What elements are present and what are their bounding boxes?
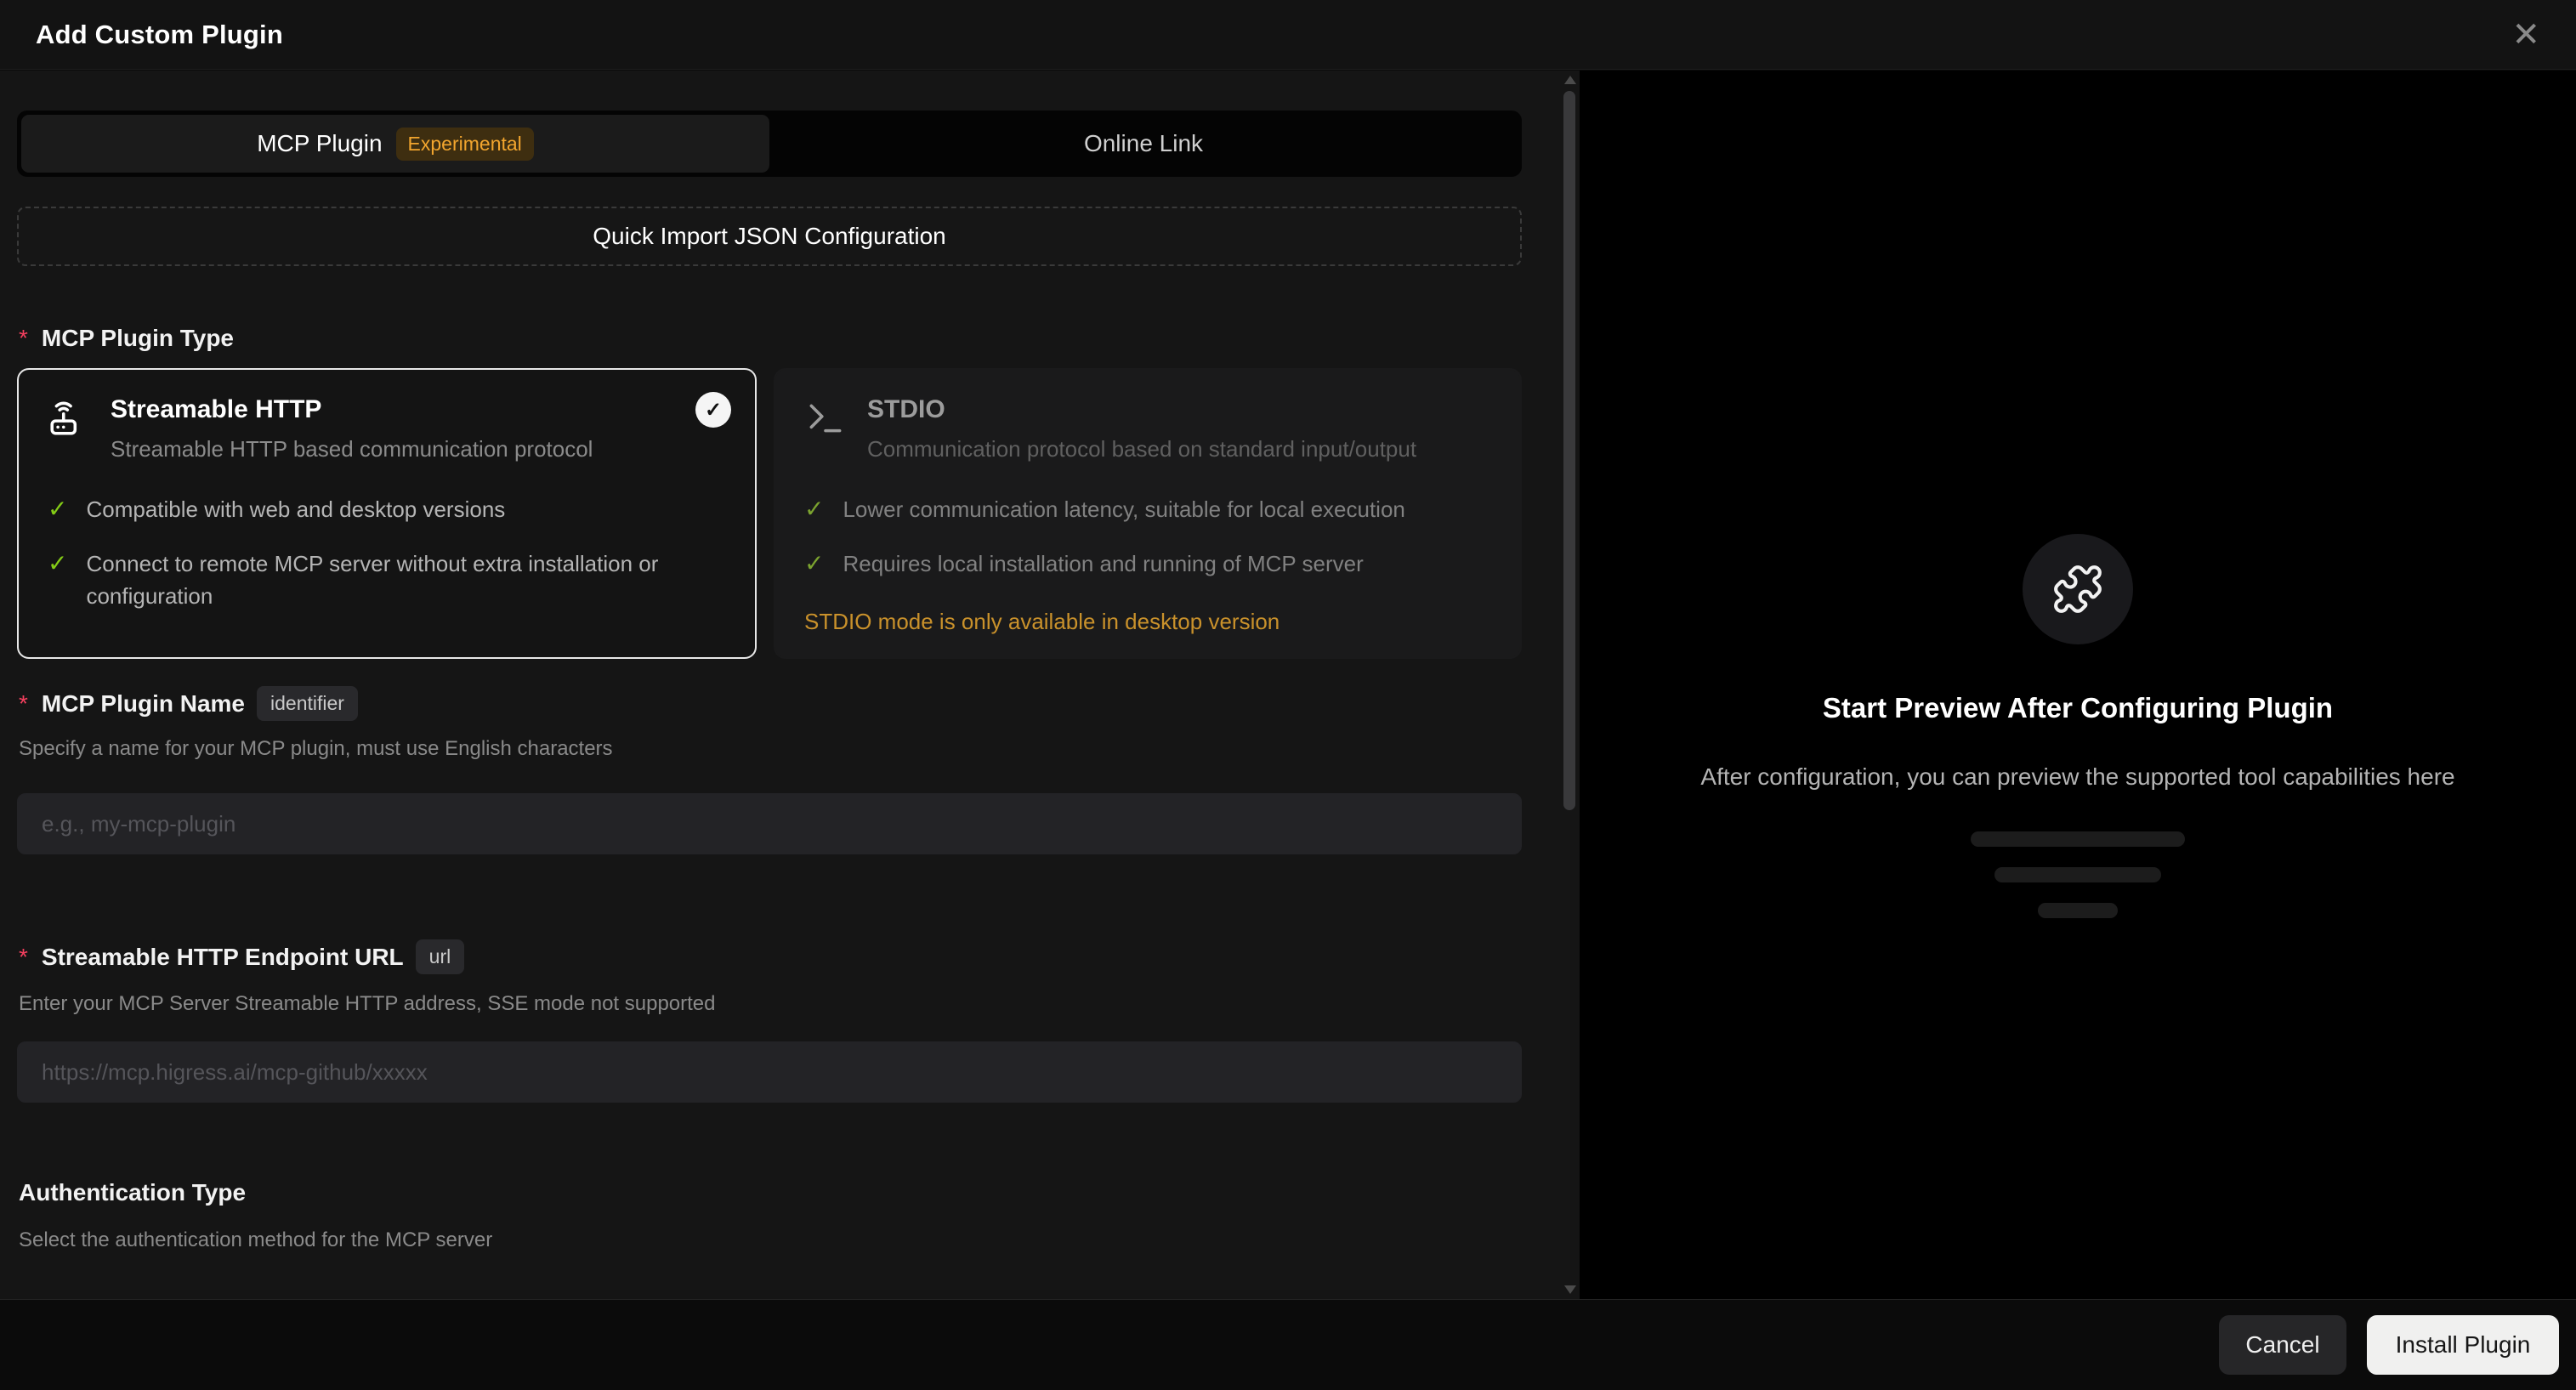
skeleton-bar: [2038, 903, 2118, 918]
plugin-type-options: Streamable HTTP Streamable HTTP based co…: [17, 368, 1522, 659]
auth-type-label: Authentication Type: [19, 1179, 247, 1206]
preview-panel: Start Preview After Configuring Plugin A…: [1580, 71, 2576, 1390]
close-icon[interactable]: ✕: [2511, 18, 2540, 52]
auth-type-help: Select the authentication method for the…: [19, 1228, 493, 1251]
experimental-badge: Experimental: [395, 127, 534, 161]
stdio-desktop-only-note: STDIO mode is only available in desktop …: [804, 609, 1280, 634]
feature-item: ✓ Lower communication latency, suitable …: [804, 493, 1491, 525]
endpoint-url-help: Enter your MCP Server Streamable HTTP ad…: [19, 992, 716, 1015]
scroll-down-arrow-icon[interactable]: [1564, 1285, 1576, 1294]
required-asterisk: *: [19, 689, 28, 717]
plugin-name-input[interactable]: [17, 793, 1522, 854]
option-streamable-http[interactable]: Streamable HTTP Streamable HTTP based co…: [17, 368, 757, 659]
required-asterisk: *: [19, 325, 28, 351]
endpoint-url-label: Streamable HTTP Endpoint URL: [41, 943, 404, 970]
install-plugin-button[interactable]: Install Plugin: [2367, 1315, 2559, 1375]
config-form-panel: MCP Plugin Experimental Online Link Quic…: [0, 71, 1580, 1299]
plugin-name-help: Specify a name for your MCP plugin, must…: [19, 737, 613, 760]
plugin-name-label-row: * MCP Plugin Name identifier: [19, 686, 358, 721]
selected-check-icon: ✓: [695, 392, 731, 428]
option-subtitle: Communication protocol based on standard…: [867, 436, 1417, 462]
dialog-header: Add Custom Plugin ✕: [0, 0, 2576, 70]
plugin-type-label-row: * MCP Plugin Type: [19, 325, 234, 352]
plugin-name-label: MCP Plugin Name: [41, 689, 245, 717]
preview-skeleton: [1971, 831, 2185, 918]
quick-import-label: Quick Import JSON Configuration: [593, 223, 946, 249]
plugin-source-tabs: MCP Plugin Experimental Online Link: [17, 111, 1522, 177]
scroll-up-arrow-icon[interactable]: [1564, 76, 1576, 84]
quick-import-button[interactable]: Quick Import JSON Configuration: [17, 207, 1522, 266]
tab-mcp-plugin[interactable]: MCP Plugin Experimental: [21, 115, 769, 173]
check-icon: ✓: [804, 496, 825, 522]
plugin-type-label: MCP Plugin Type: [41, 325, 234, 351]
tab-online-link[interactable]: Online Link: [769, 115, 1518, 173]
required-asterisk: *: [19, 943, 28, 970]
dialog-title: Add Custom Plugin: [36, 19, 283, 49]
url-badge: url: [415, 939, 465, 974]
feature-item: ✓ Requires local installation and runnin…: [804, 547, 1491, 580]
feature-item: ✓ Connect to remote MCP server without e…: [48, 547, 726, 612]
skeleton-bar: [1994, 867, 2161, 882]
puzzle-icon-circle: [2023, 534, 2133, 644]
skeleton-bar: [1971, 831, 2185, 847]
identifier-badge: identifier: [257, 686, 358, 721]
terminal-icon: [809, 404, 842, 433]
check-icon: ✓: [48, 550, 68, 576]
auth-type-label-row: Authentication Type: [19, 1179, 246, 1206]
option-title: STDIO: [867, 395, 945, 423]
scrollbar-thumb[interactable]: [1563, 91, 1575, 810]
preview-heading: Start Preview After Configuring Plugin: [1822, 692, 2334, 723]
form-scrollbar[interactable]: [1563, 71, 1576, 1299]
dialog-footer: Cancel Install Plugin: [0, 1299, 2576, 1390]
tab-mcp-plugin-label: MCP Plugin: [257, 130, 383, 156]
cancel-button[interactable]: Cancel: [2219, 1315, 2346, 1375]
option-subtitle: Streamable HTTP based communication prot…: [111, 436, 593, 462]
endpoint-url-label-row: * Streamable HTTP Endpoint URL url: [19, 939, 465, 974]
check-icon: ✓: [48, 496, 68, 522]
feature-item: ✓ Compatible with web and desktop versio…: [48, 493, 726, 525]
option-title: Streamable HTTP: [111, 395, 322, 423]
endpoint-url-input[interactable]: [17, 1041, 1522, 1103]
tab-online-link-label: Online Link: [1083, 130, 1204, 156]
router-icon: [50, 401, 77, 435]
add-custom-plugin-dialog: Add Custom Plugin ✕ MCP Plugin Experimen…: [0, 0, 2576, 1390]
option-stdio[interactable]: STDIO Communication protocol based on st…: [774, 368, 1522, 659]
puzzle-icon: [2054, 565, 2102, 613]
check-icon: ✓: [804, 550, 825, 576]
preview-subtext: After configuration, you can preview the…: [1700, 763, 2455, 790]
